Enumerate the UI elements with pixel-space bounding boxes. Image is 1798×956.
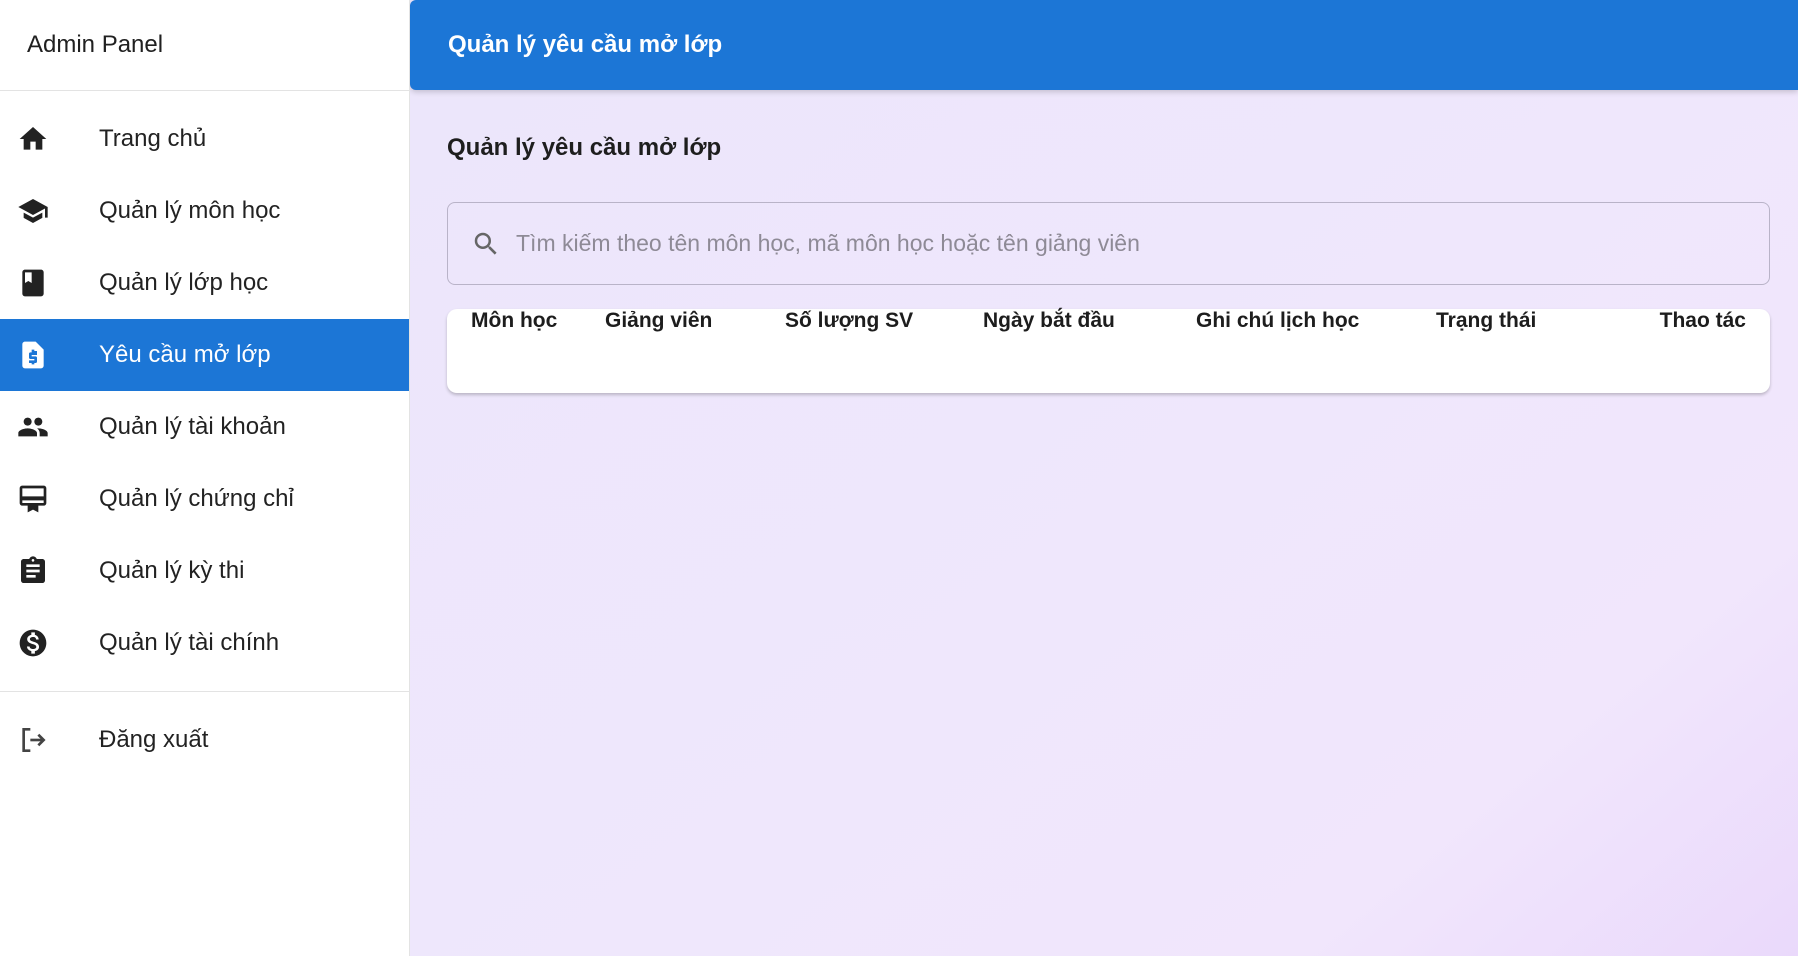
sidebar-item-label: Quản lý tài chính: [99, 629, 280, 656]
sidebar-item-label: Quản lý lớp học: [99, 269, 269, 296]
certificate-icon: [16, 482, 50, 516]
request-document-icon: [16, 338, 50, 372]
sidebar-item-finance[interactable]: Quản lý tài chính: [0, 607, 409, 679]
app-bar-title: Quản lý yêu cầu mở lớp: [448, 31, 723, 58]
search-box: [447, 202, 1770, 285]
sidebar-item-class-requests[interactable]: Yêu cầu mở lớp: [0, 319, 409, 391]
graduation-cap-icon: [16, 194, 50, 228]
nav-menu: Trang chủ Quản lý môn học Quản lý lớp họ…: [0, 103, 409, 679]
sidebar-item-home[interactable]: Trang chủ: [0, 103, 409, 175]
sidebar-item-label: Quản lý chứng chỉ: [99, 485, 294, 512]
app-bar: Quản lý yêu cầu mở lớp: [410, 0, 1798, 90]
sidebar-item-accounts[interactable]: Quản lý tài khoản: [0, 391, 409, 463]
requests-table: Môn học Giảng viên Số lượng SV Ngày bắt …: [447, 309, 1770, 393]
logout-label: Đăng xuất: [99, 726, 209, 753]
sidebar-divider: [0, 691, 409, 692]
sidebar: Admin Panel Trang chủ Quản lý môn học Qu…: [0, 0, 410, 956]
sidebar-item-label: Yêu cầu mở lớp: [99, 341, 271, 368]
sidebar-item-label: Quản lý tài khoản: [99, 413, 286, 440]
column-header-actions: Thao tác: [1659, 309, 1746, 332]
column-header-schedule-note: Ghi chú lịch học: [1196, 309, 1360, 332]
home-icon: [16, 122, 50, 156]
main-content: Quản lý yêu cầu mở lớp Quản lý yêu cầu m…: [410, 0, 1798, 956]
people-icon: [16, 410, 50, 444]
sidebar-item-exams[interactable]: Quản lý kỳ thi: [0, 535, 409, 607]
column-header-start-date: Ngày bắt đầu: [983, 309, 1115, 332]
column-header-lecturer: Giảng viên: [605, 309, 713, 332]
sidebar-item-classes[interactable]: Quản lý lớp học: [0, 247, 409, 319]
sidebar-item-certificates[interactable]: Quản lý chứng chỉ: [0, 463, 409, 535]
table-header-row: Môn học Giảng viên Số lượng SV Ngày bắt …: [447, 309, 1770, 333]
logout-icon: [16, 723, 50, 757]
book-icon: [16, 266, 50, 300]
search-input[interactable]: [516, 223, 1736, 264]
sidebar-item-label: Quản lý kỳ thi: [99, 557, 245, 584]
column-header-status: Trạng thái: [1436, 309, 1537, 332]
page-title: Quản lý yêu cầu mở lớp: [447, 134, 722, 161]
column-header-subject: Môn học: [471, 309, 558, 332]
search-icon: [470, 228, 502, 260]
app-title: Admin Panel: [0, 0, 409, 91]
sidebar-item-label: Trang chủ: [99, 125, 207, 152]
clipboard-icon: [16, 554, 50, 588]
logout-button[interactable]: Đăng xuất: [0, 704, 409, 776]
column-header-student-count: Số lượng SV: [785, 309, 914, 332]
table-body: [447, 333, 1770, 393]
dollar-circle-icon: [16, 626, 50, 660]
sidebar-item-label: Quản lý môn học: [99, 197, 281, 224]
sidebar-item-subjects[interactable]: Quản lý môn học: [0, 175, 409, 247]
